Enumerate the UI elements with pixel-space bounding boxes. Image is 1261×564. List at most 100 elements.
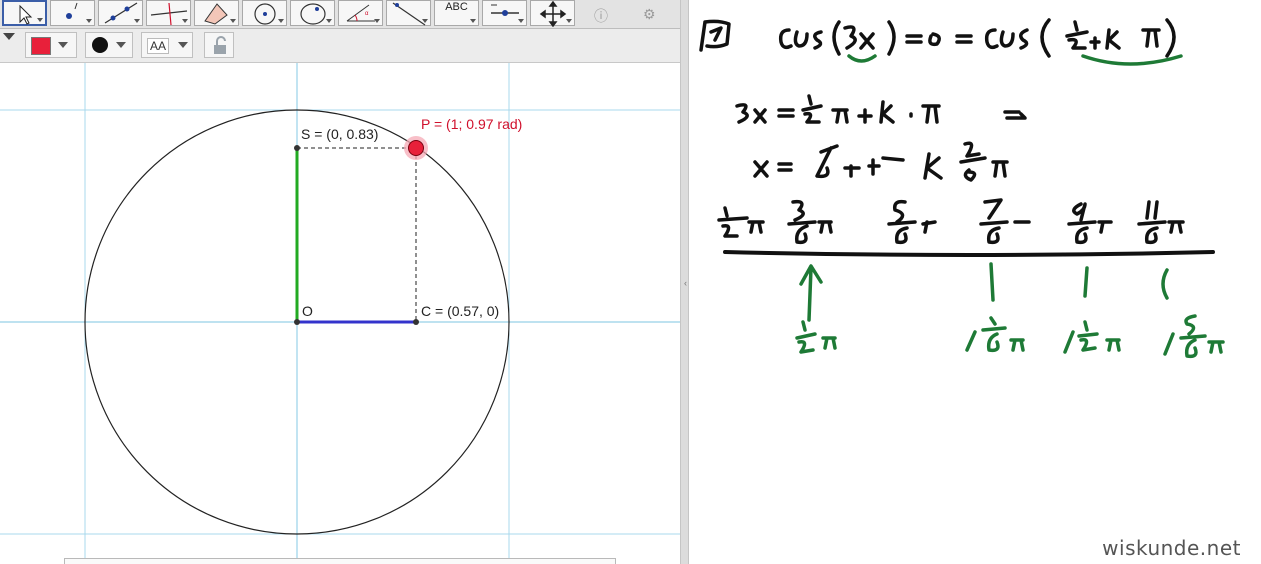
geogebra-window: α ABC ⓘ ⚙ AA S = (0, 0.83) P = (1; 0.97 … bbox=[0, 0, 680, 564]
chevron-down-icon bbox=[86, 19, 92, 23]
move-view-tool-button[interactable] bbox=[530, 0, 575, 27]
label-O: O bbox=[302, 303, 313, 319]
text-tool-button[interactable]: ABC bbox=[434, 0, 479, 26]
text-plus-k bbox=[1089, 28, 1121, 50]
circle-center-icon bbox=[254, 3, 276, 25]
point-C[interactable] bbox=[413, 319, 419, 325]
reflect-tool-button[interactable] bbox=[386, 0, 431, 26]
tick-mark-3 bbox=[1161, 268, 1169, 300]
fraction-11-6-pi bbox=[1137, 200, 1185, 245]
watermark-text: wiskunde.net bbox=[1102, 536, 1241, 560]
number-line bbox=[723, 250, 1215, 257]
chevron-down-icon bbox=[326, 19, 332, 23]
label-1-5-6-pi bbox=[1163, 314, 1225, 359]
label-P: P = (1; 0.97 rad) bbox=[421, 116, 523, 132]
paren-close-2 bbox=[1165, 18, 1176, 58]
chevron-down-icon bbox=[116, 42, 126, 48]
svg-text:α: α bbox=[365, 11, 369, 17]
color-swatch bbox=[31, 37, 51, 55]
slider-icon bbox=[491, 4, 519, 16]
text-icon: ABC bbox=[445, 1, 468, 13]
slider-tool-button[interactable] bbox=[482, 0, 527, 26]
label-S: S = (0, 0.83) bbox=[301, 126, 379, 142]
tick-mark-2 bbox=[1083, 266, 1089, 298]
circle-tool-button[interactable] bbox=[242, 0, 287, 26]
label-style-text: AA bbox=[147, 38, 170, 54]
handwritten-annotations bbox=[795, 54, 1225, 359]
handwritten-working bbox=[699, 18, 1215, 257]
point-icon bbox=[66, 2, 78, 19]
question-number-mark bbox=[699, 19, 731, 52]
point-P[interactable] bbox=[408, 140, 424, 156]
chevron-down-icon bbox=[374, 19, 380, 23]
ellipse-icon bbox=[300, 3, 326, 25]
arrow-up bbox=[799, 264, 823, 322]
equation-line-2 bbox=[735, 94, 1027, 124]
chevron-down-icon bbox=[518, 19, 524, 23]
chevron-down-icon bbox=[470, 19, 476, 23]
fix-object-button[interactable] bbox=[204, 32, 234, 58]
padlock-icon bbox=[214, 36, 226, 54]
input-bar[interactable] bbox=[64, 558, 616, 564]
chevron-down-icon bbox=[182, 19, 188, 23]
angle-tool-button[interactable]: α bbox=[338, 0, 383, 26]
collapse-stylebar-icon[interactable] bbox=[3, 33, 15, 40]
line-tool-button[interactable] bbox=[98, 0, 143, 26]
underline-3x bbox=[847, 54, 877, 63]
point-style-button[interactable] bbox=[85, 32, 133, 58]
tick-mark-1 bbox=[989, 262, 995, 302]
gear-icon[interactable]: ⚙ bbox=[643, 6, 656, 23]
label-style-button[interactable]: AA bbox=[141, 32, 193, 58]
perpendicular-tool-button[interactable] bbox=[146, 0, 191, 26]
polygon-icon bbox=[204, 3, 228, 25]
equation-line-3 bbox=[753, 141, 1009, 182]
filled-dot-icon bbox=[92, 37, 108, 53]
paren-close bbox=[887, 20, 896, 56]
label-half-pi bbox=[795, 320, 837, 354]
panel-divider[interactable]: ‹ bbox=[680, 0, 689, 564]
label-1-1-6-pi bbox=[965, 316, 1025, 353]
handwriting-canvas bbox=[699, 18, 1225, 359]
conic-tool-button[interactable] bbox=[290, 0, 335, 26]
fraction-5-6-pi bbox=[887, 199, 937, 245]
text-3x bbox=[843, 25, 875, 50]
point-S[interactable] bbox=[294, 145, 300, 151]
fraction-1-6-pi bbox=[717, 206, 765, 238]
label-C: C = (0.57, 0) bbox=[421, 303, 500, 319]
text-equals-0 bbox=[905, 32, 941, 47]
text-cos-2 bbox=[984, 28, 1029, 50]
polygon-tool-button[interactable] bbox=[194, 0, 239, 26]
color-picker-button[interactable] bbox=[25, 32, 77, 58]
chevron-down-icon bbox=[37, 18, 43, 22]
style-bar: AA bbox=[0, 29, 680, 63]
chevron-down-icon bbox=[230, 19, 236, 23]
fraction-half bbox=[1065, 20, 1089, 50]
graphics-view[interactable]: S = (0, 0.83) P = (1; 0.97 rad) O C = (0… bbox=[0, 63, 680, 558]
label-1-1-2-pi bbox=[1063, 320, 1121, 354]
reflect-icon bbox=[392, 2, 426, 26]
paren-open-2 bbox=[1040, 18, 1051, 58]
splitter-handle-icon: ‹ bbox=[684, 278, 687, 288]
text-cos bbox=[778, 28, 823, 50]
fraction-3-6-pi bbox=[787, 199, 833, 245]
chevron-down-icon bbox=[422, 19, 428, 23]
line-through-points-icon bbox=[104, 2, 138, 24]
point-tool-button[interactable] bbox=[50, 0, 95, 26]
toolbar: α ABC ⓘ ⚙ bbox=[0, 0, 680, 29]
fraction-9-6-pi bbox=[1067, 202, 1113, 245]
chevron-down-icon bbox=[278, 19, 284, 23]
chevron-down-icon bbox=[566, 19, 572, 23]
chevron-down-icon bbox=[58, 42, 68, 48]
move-tool-button[interactable] bbox=[2, 0, 47, 26]
point-O[interactable] bbox=[294, 319, 300, 325]
chevron-down-icon bbox=[134, 19, 140, 23]
equals-sign bbox=[955, 34, 973, 44]
whiteboard-panel: wiskunde.net bbox=[689, 0, 1261, 564]
fraction-7-6-pi bbox=[979, 198, 1031, 245]
chevron-down-icon bbox=[178, 42, 188, 48]
paren-open bbox=[832, 20, 841, 56]
help-icon[interactable]: ⓘ bbox=[594, 6, 608, 26]
pi-symbol bbox=[1141, 28, 1161, 48]
angle-icon: α bbox=[346, 4, 375, 22]
cursor-arrow-icon bbox=[19, 4, 33, 25]
